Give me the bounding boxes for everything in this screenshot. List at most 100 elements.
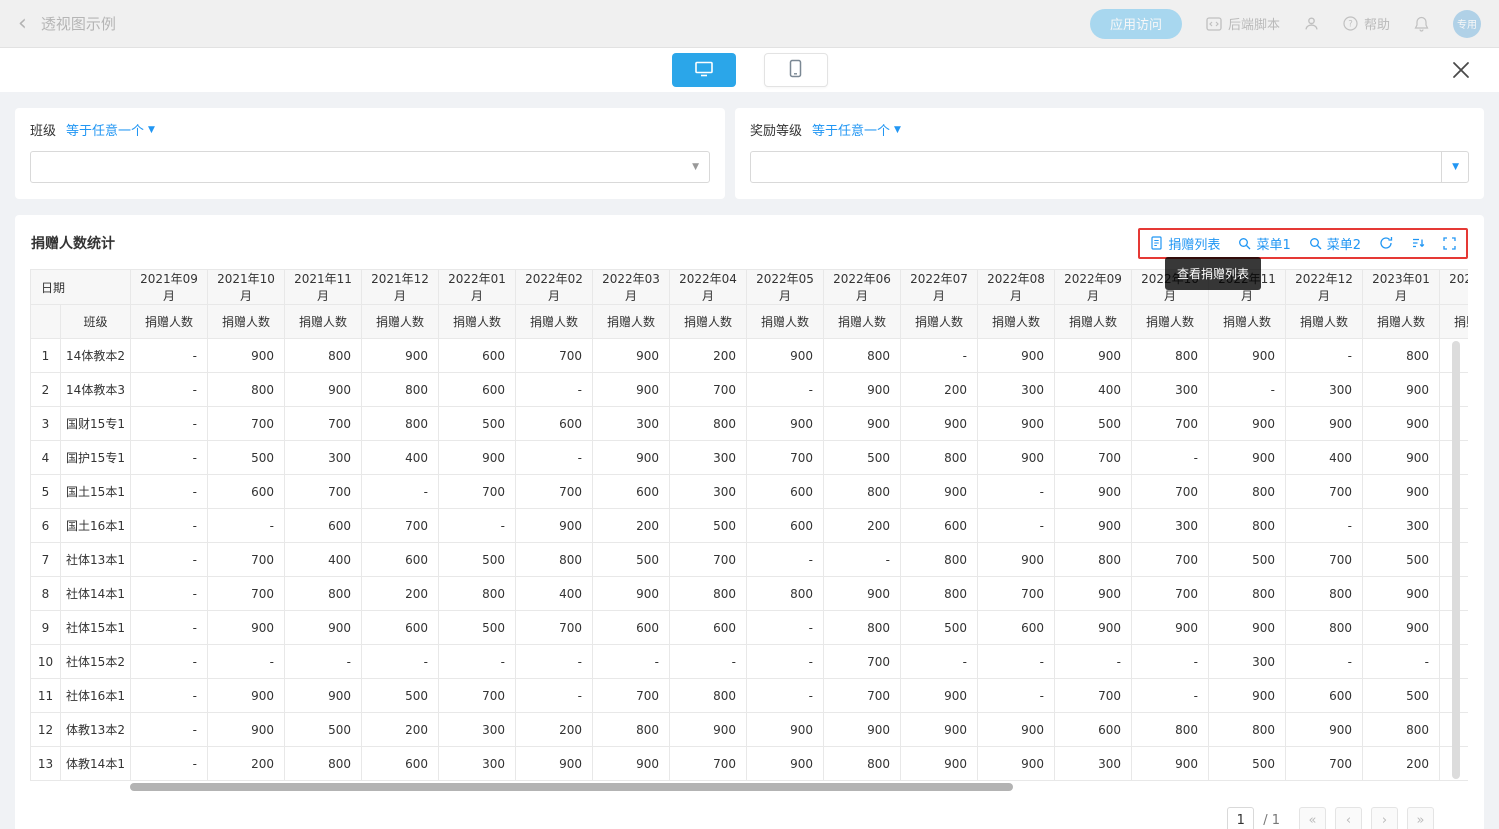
value-cell: -	[516, 441, 593, 475]
measure-header: 捐赠人数	[131, 305, 208, 339]
value-cell: 800	[516, 543, 593, 577]
fullscreen-icon[interactable]	[1443, 237, 1456, 250]
filter-operator-dropdown[interactable]: 等于任意一个 ▼	[812, 120, 901, 139]
backend-script-button[interactable]: 后端脚本	[1206, 14, 1280, 33]
filter-operator-dropdown[interactable]: 等于任意一个 ▼	[66, 120, 155, 139]
value-cell: 200	[362, 577, 439, 611]
measure-header: 捐赠人数	[285, 305, 362, 339]
value-cell: -	[285, 645, 362, 679]
measure-header: 捐赠人数	[1363, 305, 1440, 339]
value-cell: 300	[670, 441, 747, 475]
value-cell: 800	[670, 407, 747, 441]
value-cell: 700	[208, 577, 285, 611]
value-cell: 800	[670, 577, 747, 611]
close-icon[interactable]	[1451, 60, 1473, 82]
menu2-button[interactable]: 菜单2	[1309, 234, 1361, 253]
class-name-cell: 14体教本2	[61, 339, 131, 373]
table-row: 13体教14本1-2008006003009009007009008009009…	[31, 747, 1469, 781]
refresh-icon[interactable]	[1379, 236, 1393, 250]
value-cell: 300	[593, 407, 670, 441]
value-cell: 700	[208, 543, 285, 577]
value-cell: -	[131, 407, 208, 441]
next-page-button[interactable]: ›	[1371, 807, 1398, 829]
value-cell: 900	[747, 747, 824, 781]
value-cell: 800	[285, 577, 362, 611]
value-cell: 900	[824, 407, 901, 441]
value-cell: 700	[516, 611, 593, 645]
value-cell: 900	[747, 407, 824, 441]
value-cell: 800	[1363, 713, 1440, 747]
value-cell: 700	[1055, 441, 1132, 475]
first-page-button[interactable]: «	[1299, 807, 1326, 829]
value-cell: 900	[1363, 577, 1440, 611]
reward-level-filter-select[interactable]: ▼	[750, 151, 1469, 183]
value-cell: -	[131, 441, 208, 475]
vertical-scrollbar[interactable]	[1452, 341, 1460, 779]
class-name-cell: 社体15本2	[61, 645, 131, 679]
value-cell: 500	[439, 611, 516, 645]
desktop-preview-button[interactable]	[672, 53, 736, 87]
value-cell: 200	[1363, 747, 1440, 781]
value-cell: 900	[208, 339, 285, 373]
value-cell: 800	[824, 475, 901, 509]
filter-label: 奖励等级	[750, 120, 802, 139]
value-cell: 700	[824, 679, 901, 713]
value-cell: 500	[285, 713, 362, 747]
value-cell: 900	[285, 373, 362, 407]
code-icon	[1206, 17, 1222, 31]
value-cell: 900	[593, 747, 670, 781]
help-button[interactable]: ? 帮助	[1343, 14, 1390, 33]
search-icon	[1309, 237, 1322, 250]
value-cell: 700	[1055, 679, 1132, 713]
measure-header: 捐赠人数	[439, 305, 516, 339]
value-cell: 300	[1132, 373, 1209, 407]
value-cell: 900	[1363, 441, 1440, 475]
value-cell: 900	[1055, 509, 1132, 543]
value-cell: 300	[439, 747, 516, 781]
bell-icon[interactable]	[1414, 16, 1429, 32]
value-cell: 600	[978, 611, 1055, 645]
value-cell: 700	[1132, 475, 1209, 509]
mobile-preview-button[interactable]	[764, 53, 828, 87]
page-number-box[interactable]: 1	[1227, 807, 1254, 829]
value-cell: 800	[362, 373, 439, 407]
value-cell: 600	[362, 543, 439, 577]
back-icon[interactable]: ‹	[18, 13, 27, 35]
month-header: 2023年01月	[1363, 270, 1440, 305]
row-index-cell: 7	[31, 543, 61, 577]
value-cell: 300	[670, 475, 747, 509]
menu1-button[interactable]: 菜单1	[1238, 234, 1290, 253]
measure-header: 捐赠人数	[1440, 305, 1468, 339]
table-row: 3国财15专1-70070080050060030080090090090090…	[31, 407, 1469, 441]
value-cell: 900	[1286, 713, 1363, 747]
avatar[interactable]: 专用	[1453, 10, 1481, 38]
horizontal-scrollbar[interactable]	[130, 783, 1013, 791]
class-filter-select[interactable]: ▼	[30, 151, 710, 183]
app-access-button[interactable]: 应用访问	[1090, 9, 1182, 39]
user-icon[interactable]	[1304, 16, 1319, 31]
value-cell: 800	[824, 747, 901, 781]
value-cell: 900	[1132, 611, 1209, 645]
sort-icon[interactable]	[1411, 236, 1425, 250]
last-page-button[interactable]: »	[1407, 807, 1434, 829]
table-row: 5国土15本1-600700-700700600300600800900-900…	[31, 475, 1469, 509]
class-name-cell: 国土15本1	[61, 475, 131, 509]
row-index-cell: 12	[31, 713, 61, 747]
month-header: 2022年07月	[901, 270, 978, 305]
value-cell: 800	[1209, 577, 1286, 611]
value-cell: 800	[285, 339, 362, 373]
donation-list-button[interactable]: 捐赠列表	[1150, 234, 1220, 253]
class-name-cell: 国土16本1	[61, 509, 131, 543]
corner-cell: 日期	[31, 270, 131, 305]
class-name-cell: 国财15专1	[61, 407, 131, 441]
value-cell: 700	[516, 339, 593, 373]
value-cell: 700	[439, 475, 516, 509]
value-cell: -	[131, 509, 208, 543]
chevron-down-icon: ▼	[1452, 162, 1459, 172]
value-cell: 900	[1363, 475, 1440, 509]
search-icon	[1238, 237, 1251, 250]
prev-page-button[interactable]: ‹	[1335, 807, 1362, 829]
measure-header: 捐赠人数	[901, 305, 978, 339]
value-cell: 800	[824, 611, 901, 645]
filter-card-class: 班级 等于任意一个 ▼ ▼	[15, 108, 725, 199]
